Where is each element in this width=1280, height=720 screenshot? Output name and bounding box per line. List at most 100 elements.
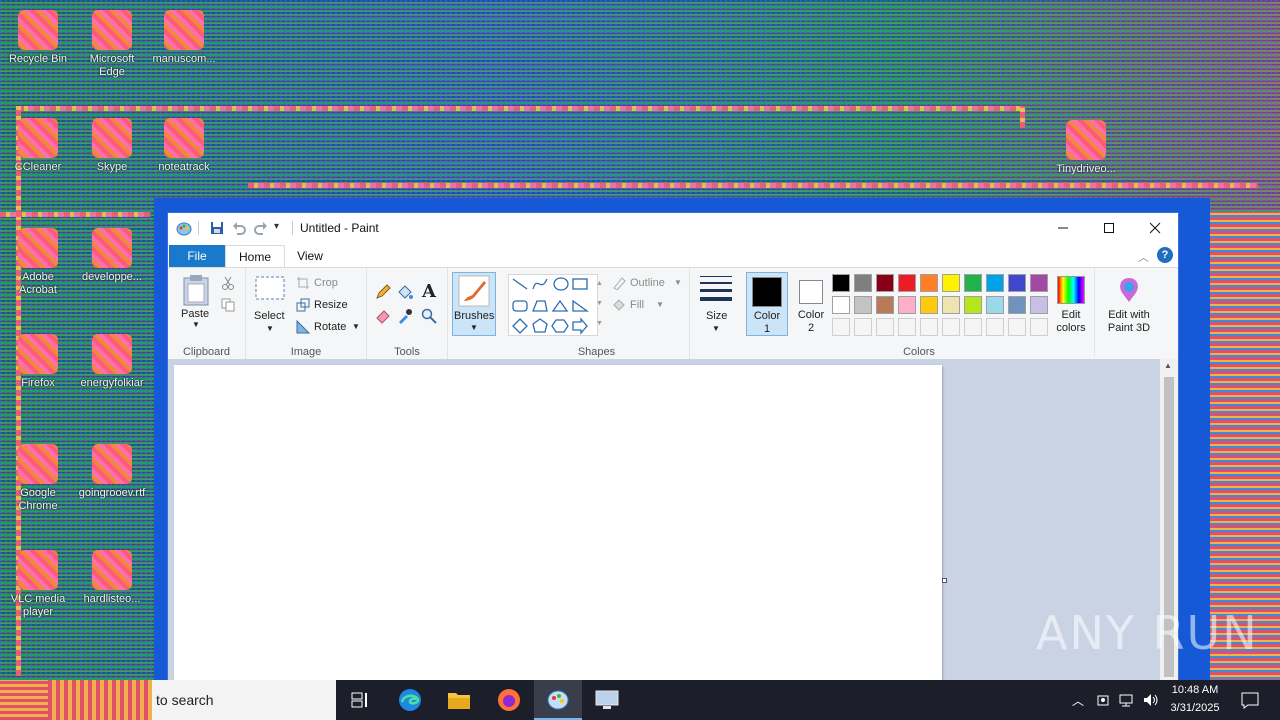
help-icon[interactable]: ? [1157,247,1173,263]
crop-button[interactable]: Crop [296,276,362,292]
cut-icon[interactable] [221,276,235,290]
palette-swatch[interactable] [854,296,872,314]
taskbar-firefox[interactable] [485,680,533,720]
palette-swatch[interactable] [854,274,872,292]
desktop-icon-skype[interactable]: Skype [76,118,148,174]
task-view-button[interactable] [336,680,384,720]
text-tool-icon[interactable]: A [422,281,436,302]
size-button[interactable]: Size ▼ [696,274,736,336]
desktop-icon-file[interactable]: developpe... [76,228,148,284]
edit-colors-button[interactable]: Edit colors [1050,272,1092,336]
magnifier-icon[interactable] [421,308,437,324]
shapes-scroll[interactable]: ▲ ▼ ▼ [596,274,606,334]
desktop-icon-ccleaner[interactable]: CCleaner [2,118,74,174]
redo-icon[interactable] [253,220,269,236]
rotate-button[interactable]: Rotate ▼ [296,319,362,336]
desktop-icon-acrobat[interactable]: Adobe Acrobat [2,228,74,297]
desktop-icon-recycle-bin[interactable]: Recycle Bin [2,10,74,66]
desktop-icon-edge[interactable]: Microsoft Edge [76,10,148,79]
palette-swatch[interactable] [964,296,982,314]
palette-swatch[interactable] [832,274,850,292]
palette-swatch[interactable] [1008,318,1026,336]
palette-swatch[interactable] [986,274,1004,292]
resize-button[interactable]: Resize [296,298,362,314]
desktop-icon-file[interactable]: Tinydriveo... [1050,120,1122,176]
palette-swatch[interactable] [898,318,916,336]
palette-swatch[interactable] [1008,296,1026,314]
search-box[interactable]: to search [48,680,336,720]
clock-time[interactable]: 10:48 AM [1160,684,1230,696]
palette-swatch[interactable] [898,274,916,292]
color-picker-icon[interactable] [397,308,413,324]
customize-toolbar-dropdown[interactable]: ▾ [274,221,290,237]
desktop-icon-chrome[interactable]: Google Chrome [2,444,74,513]
desktop-icon-file[interactable]: hardlisteo... [76,550,148,606]
palette-swatch[interactable] [1030,296,1048,314]
palette-swatch[interactable] [920,274,938,292]
collapse-ribbon-icon[interactable]: ︿ [1138,249,1149,265]
palette-swatch[interactable] [964,318,982,336]
palette-swatch[interactable] [920,318,938,336]
palette-swatch[interactable] [898,296,916,314]
minimize-button[interactable] [1040,213,1086,243]
palette-swatch[interactable] [876,274,894,292]
palette-swatch[interactable] [854,318,872,336]
close-button[interactable] [1132,213,1178,243]
notifications-icon[interactable] [1240,690,1260,710]
palette-swatch[interactable] [964,274,982,292]
tab-view[interactable]: View [288,245,332,267]
palette-swatch[interactable] [942,274,960,292]
paint-app-icon[interactable] [176,220,192,236]
start-button[interactable] [0,680,48,720]
desktop-icon-file[interactable]: goingrooev.rtf [76,444,148,500]
taskbar-app[interactable] [583,680,631,720]
title-bar[interactable]: ▾ Untitled - Paint [168,213,1178,243]
meet-now-icon[interactable] [1096,692,1112,708]
fill-bucket-icon[interactable] [397,284,413,300]
palette-swatch[interactable] [876,296,894,314]
taskbar-paint[interactable] [534,680,582,720]
copy-icon[interactable] [221,298,235,312]
palette-swatch[interactable] [832,296,850,314]
save-icon[interactable] [209,220,225,236]
tab-home[interactable]: Home [225,245,285,268]
palette-swatch[interactable] [942,296,960,314]
desktop-icon-file[interactable]: noteatrack [148,118,220,174]
color2-button[interactable]: Color 2 [790,272,832,336]
palette-swatch[interactable] [832,318,850,336]
taskbar-file-explorer[interactable] [435,680,483,720]
shapes-gallery[interactable] [508,274,598,336]
desktop-icon-vlc[interactable]: VLC media player [2,550,74,619]
scroll-up-icon[interactable]: ▲ [1164,361,1172,370]
palette-swatch[interactable] [986,296,1004,314]
eraser-icon[interactable] [375,308,391,324]
fill-dropdown[interactable]: Fill ▼ [612,298,684,314]
tab-file[interactable]: File [169,245,225,267]
taskbar-edge[interactable] [386,680,434,720]
clock-date[interactable]: 3/31/2025 [1160,702,1230,714]
color1-button[interactable]: Color 1 [746,272,788,336]
volume-icon[interactable] [1142,692,1160,708]
network-icon[interactable] [1118,692,1136,708]
palette-swatch[interactable] [986,318,1004,336]
palette-swatch[interactable] [876,318,894,336]
palette-swatch[interactable] [942,318,960,336]
desktop-icon-file[interactable]: energyfolkiar [76,334,148,390]
palette-swatch[interactable] [1030,274,1048,292]
undo-icon[interactable] [231,220,247,236]
drawing-canvas[interactable] [174,365,942,680]
pencil-icon[interactable] [375,284,391,300]
desktop-icon-file[interactable]: manuscom... [148,10,220,66]
maximize-button[interactable] [1086,213,1132,243]
edit-with-paint3d-button[interactable]: Edit with Paint 3D [1100,272,1158,336]
palette-swatch[interactable] [920,296,938,314]
outline-dropdown[interactable]: Outline ▼ [612,276,684,292]
palette-swatch[interactable] [1008,274,1026,292]
canvas-resize-handle[interactable] [942,578,947,583]
desktop-icon-firefox[interactable]: Firefox [2,334,74,390]
brushes-button[interactable]: Brushes ▼ [452,272,496,336]
show-hidden-icons-chevron-icon[interactable]: ︿ [1072,692,1084,709]
select-button[interactable]: Select ▼ [254,274,286,334]
paste-button[interactable]: Paste ▼ [178,272,214,332]
palette-swatch[interactable] [1030,318,1048,336]
